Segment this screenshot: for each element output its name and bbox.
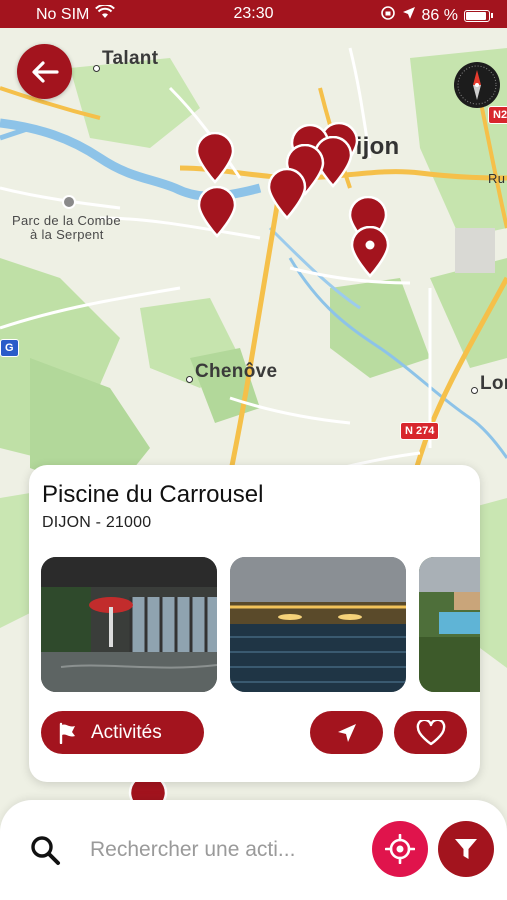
flag-icon [59,722,75,744]
outdoor-pool-night-photo[interactable] [230,557,406,692]
status-right: 86 % [380,5,493,26]
status-bar: No SIM 23:30 86 % [0,0,507,28]
road-badge-g: G [0,339,19,357]
map-label-parc-line2: à la Serpent [30,227,104,242]
filter-button[interactable] [438,821,494,877]
favorite-button[interactable] [394,711,467,754]
map-marker[interactable] [196,186,238,238]
orientation-lock-icon [380,5,396,26]
funnel-icon [455,839,477,859]
activities-label: Activités [91,721,162,743]
battery-icon [464,9,490,22]
pool-garden-photo[interactable] [419,557,480,692]
map-marker[interactable] [266,168,308,220]
map-marker-selected[interactable] [349,226,391,278]
heart-icon [416,719,445,745]
location-arrow-icon [402,6,416,25]
locate-me-button[interactable] [372,821,428,877]
place-subtitle: DIJON - 21000 [42,514,152,531]
place-card[interactable]: Piscine du Carrousel DIJON - 21000 Activ… [29,465,480,782]
map-label-parc-line1: Parc de la Combe [12,213,121,228]
lon-dot [471,387,478,394]
map-label-ru: Ru [488,171,506,186]
arrow-left-icon [31,60,59,83]
chenove-dot [186,376,193,383]
search-icon[interactable] [28,833,62,867]
map-label-talant: Talant [102,48,159,69]
map-marker[interactable] [194,132,236,184]
navigation-arrow-icon [337,723,356,742]
bottom-search-bar [0,800,507,900]
directions-button[interactable] [310,711,383,754]
compass-icon[interactable] [454,62,500,108]
map-label-lon: Lon [480,373,507,394]
map-label-chenove: Chenôve [195,361,278,382]
crosshair-icon [385,834,415,864]
battery-tip [491,13,493,18]
road-badge-n2: N2 [488,106,507,124]
battery-percent: 86 % [421,6,458,24]
indoor-pool-photo[interactable] [41,557,217,692]
road-badge-n274: N 274 [400,422,440,440]
talant-dot [93,65,100,72]
back-button[interactable] [17,44,72,99]
place-title: Piscine du Carrousel [42,481,264,508]
activities-button[interactable]: Activités [41,711,204,754]
park-icon [62,195,76,209]
search-input[interactable] [90,834,350,866]
